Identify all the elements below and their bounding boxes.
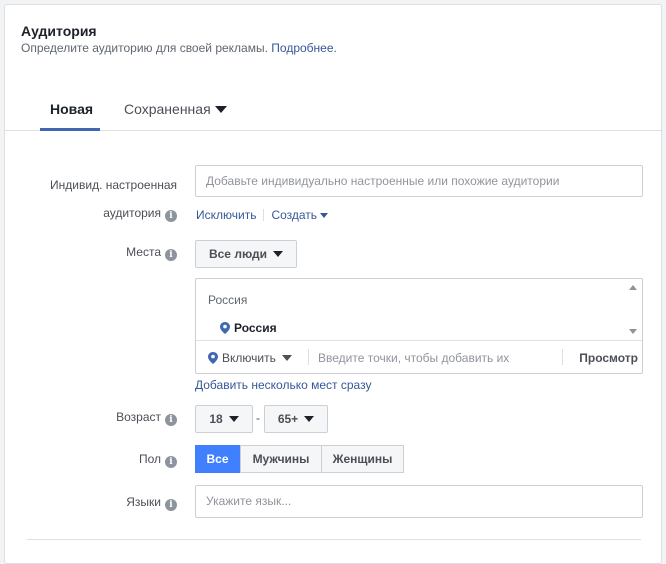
tab-saved[interactable]: Сохраненная — [124, 101, 227, 117]
location-item[interactable]: Россия — [220, 321, 277, 335]
gender-male-button[interactable]: Мужчины — [240, 445, 322, 473]
info-icon[interactable]: i — [165, 456, 177, 468]
browse-button[interactable]: Просмотр — [579, 351, 638, 365]
people-select-label: Все люди — [208, 247, 268, 261]
divider — [263, 209, 265, 221]
country-group-label: Россия — [208, 293, 248, 307]
bulk-locations-link[interactable]: Добавить несколько мест сразу — [195, 378, 371, 392]
info-icon[interactable]: i — [165, 249, 177, 261]
locations-box: Россия Россия Включить Введите точки, чт… — [195, 278, 643, 374]
active-tab-indicator — [40, 128, 100, 131]
custom-audience-label: Индивид. настроенная аудитория i — [50, 171, 177, 227]
caret-down-icon — [228, 416, 239, 422]
include-select[interactable]: Включить — [208, 351, 292, 365]
audience-panel: Аудитория Определите аудиторию для своей… — [4, 4, 662, 564]
custom-audience-input[interactable]: Добавьте индивидуально настроенные или п… — [195, 165, 643, 197]
audience-tabs: Новая Сохраненная — [5, 91, 661, 131]
locations-list: Россия Россия — [196, 279, 642, 341]
location-search-input[interactable]: Введите точки, чтобы добавить их — [318, 351, 509, 365]
caret-down-icon — [281, 355, 292, 361]
create-link[interactable]: Создать — [271, 208, 329, 222]
exclude-link[interactable]: Исключить — [196, 208, 256, 222]
locations-label: Места i — [126, 245, 177, 261]
tab-new[interactable]: Новая — [50, 101, 93, 117]
scroll-up-icon[interactable] — [629, 285, 637, 290]
custom-audience-label-line1: Индивид. настроенная — [50, 178, 177, 192]
info-icon[interactable]: i — [165, 499, 177, 511]
people-select[interactable]: Все люди — [195, 240, 297, 268]
map-pin-icon — [208, 352, 218, 364]
age-max-select[interactable]: 65+ — [264, 405, 328, 433]
languages-input[interactable]: Укажите язык... — [195, 485, 643, 518]
subtitle-text: Определите аудиторию для своей рекламы. — [21, 41, 268, 55]
custom-audience-actions: Исключить Создать — [196, 208, 329, 222]
section-title: Аудитория — [21, 23, 97, 39]
gender-all-button[interactable]: Все — [195, 445, 240, 473]
section-subtitle: Определите аудиторию для своей рекламы. … — [21, 41, 337, 55]
divider — [562, 349, 563, 365]
gender-female-button[interactable]: Женщины — [321, 445, 404, 473]
map-pin-icon — [220, 322, 230, 334]
age-min-select[interactable]: 18 — [195, 405, 253, 433]
info-icon[interactable]: i — [165, 210, 177, 222]
caret-down-icon — [304, 416, 315, 422]
caret-down-icon — [214, 106, 227, 113]
gender-label: Пол i — [139, 452, 177, 468]
scroll-down-icon[interactable] — [629, 329, 637, 334]
learn-more-link[interactable]: Подробнее. — [271, 41, 337, 55]
tab-saved-label: Сохраненная — [124, 101, 211, 117]
age-min-value: 18 — [209, 412, 223, 426]
languages-label: Языки i — [126, 495, 177, 511]
age-label: Возраст i — [116, 410, 177, 426]
divider — [308, 349, 309, 365]
caret-down-icon — [320, 213, 329, 218]
age-max-value: 65+ — [277, 412, 299, 426]
location-search-bar: Включить Введите точки, чтобы добавить и… — [196, 341, 642, 373]
info-icon[interactable]: i — [165, 414, 177, 426]
caret-down-icon — [273, 251, 284, 257]
custom-audience-label-line2: аудитория i — [50, 199, 177, 227]
age-separator: - — [256, 411, 260, 425]
